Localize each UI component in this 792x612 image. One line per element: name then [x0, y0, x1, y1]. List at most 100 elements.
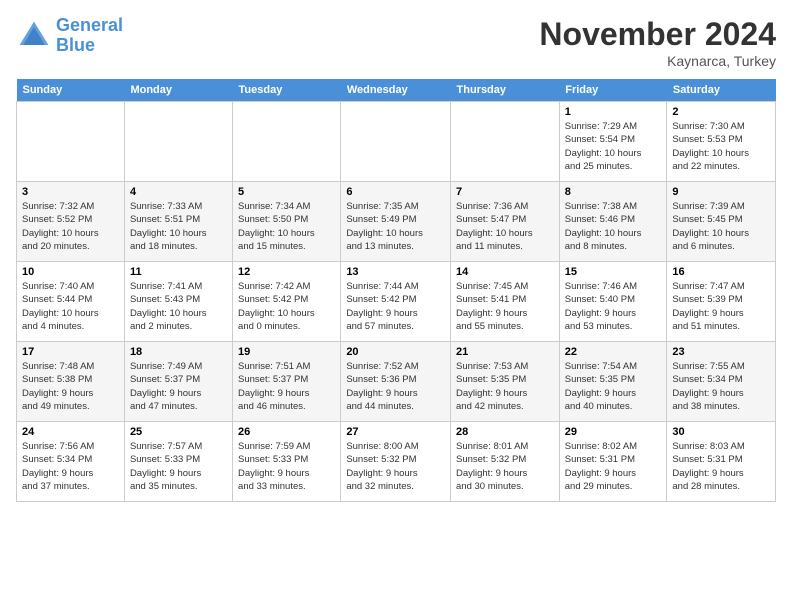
day-info: Sunrise: 7:44 AM Sunset: 5:42 PM Dayligh…: [346, 280, 445, 333]
logo-icon: [16, 18, 52, 54]
week-row-2: 3 Sunrise: 7:32 AM Sunset: 5:52 PM Daylig…: [17, 182, 776, 262]
day-number: 1: [565, 106, 662, 118]
logo-line2: Blue: [56, 35, 95, 55]
calendar-cell: 27Sunrise: 8:00 AM Sunset: 5:32 PM Dayli…: [341, 422, 451, 502]
day-info: Sunrise: 7:40 AM Sunset: 5:44 PM Dayligh…: [22, 280, 119, 333]
day-number: 28: [456, 426, 554, 438]
month-title: November 2024: [539, 16, 776, 53]
calendar-cell: 17Sunrise: 7:48 AM Sunset: 5:38 PM Dayli…: [17, 342, 125, 422]
day-info: Sunrise: 8:01 AM Sunset: 5:32 PM Dayligh…: [456, 440, 554, 493]
day-number: 25: [130, 426, 227, 438]
calendar-cell: 21Sunrise: 7:53 AM Sunset: 5:35 PM Dayli…: [451, 342, 560, 422]
day-header-sunday: Sunday: [17, 79, 125, 102]
calendar-cell: 13Sunrise: 7:44 AM Sunset: 5:42 PM Dayli…: [341, 262, 451, 342]
calendar-cell: 23 Sunrise: 7:55 AM Sunset: 5:34 PM Dayli…: [667, 342, 776, 422]
day-info: Sunrise: 7:51 AM Sunset: 5:37 PM Dayligh…: [238, 360, 335, 413]
calendar-cell: 5 Sunrise: 7:34 AM Sunset: 5:50 PM Daylig…: [233, 182, 341, 262]
logo: General Blue: [16, 16, 123, 56]
day-info: Sunrise: 7:55 AM Sunset: 5:34 PM Dayligh…: [672, 360, 770, 413]
day-header-wednesday: Wednesday: [341, 79, 451, 102]
day-info: Sunrise: 7:47 AM Sunset: 5:39 PM Dayligh…: [672, 280, 770, 333]
day-number: 16: [672, 266, 770, 278]
calendar-cell: 11Sunrise: 7:41 AM Sunset: 5:43 PM Dayli…: [124, 262, 232, 342]
calendar-body: 1 Sunrise: 7:29 AM Sunset: 5:54 PM Daylig…: [17, 102, 776, 502]
day-number: 27: [346, 426, 445, 438]
calendar-cell: 30Sunrise: 8:03 AM Sunset: 5:31 PM Dayli…: [667, 422, 776, 502]
day-info: Sunrise: 7:34 AM Sunset: 5:50 PM Dayligh…: [238, 200, 335, 253]
week-row-1: 1 Sunrise: 7:29 AM Sunset: 5:54 PM Daylig…: [17, 102, 776, 182]
day-info: Sunrise: 7:54 AM Sunset: 5:35 PM Dayligh…: [565, 360, 662, 413]
day-info: Sunrise: 7:59 AM Sunset: 5:33 PM Dayligh…: [238, 440, 335, 493]
day-number: 12: [238, 266, 335, 278]
week-row-4: 17Sunrise: 7:48 AM Sunset: 5:38 PM Dayli…: [17, 342, 776, 422]
day-number: 19: [238, 346, 335, 358]
day-number: 14: [456, 266, 554, 278]
calendar-cell: [124, 102, 232, 182]
day-number: 21: [456, 346, 554, 358]
calendar-cell: 16 Sunrise: 7:47 AM Sunset: 5:39 PM Dayli…: [667, 262, 776, 342]
day-info: Sunrise: 7:49 AM Sunset: 5:37 PM Dayligh…: [130, 360, 227, 413]
day-number: 9: [672, 186, 770, 198]
day-header-monday: Monday: [124, 79, 232, 102]
location-subtitle: Kaynarca, Turkey: [539, 53, 776, 69]
calendar-cell: [17, 102, 125, 182]
day-info: Sunrise: 7:56 AM Sunset: 5:34 PM Dayligh…: [22, 440, 119, 493]
header-row: SundayMondayTuesdayWednesdayThursdayFrid…: [17, 79, 776, 102]
day-number: 22: [565, 346, 662, 358]
calendar-table: SundayMondayTuesdayWednesdayThursdayFrid…: [16, 79, 776, 502]
calendar-cell: 29Sunrise: 8:02 AM Sunset: 5:31 PM Dayli…: [559, 422, 667, 502]
calendar-cell: 25 Sunrise: 7:57 AM Sunset: 5:33 PM Dayli…: [124, 422, 232, 502]
day-info: Sunrise: 7:57 AM Sunset: 5:33 PM Dayligh…: [130, 440, 227, 493]
day-info: Sunrise: 7:29 AM Sunset: 5:54 PM Dayligh…: [565, 120, 662, 173]
calendar-cell: 3 Sunrise: 7:32 AM Sunset: 5:52 PM Daylig…: [17, 182, 125, 262]
day-number: 10: [22, 266, 119, 278]
calendar-cell: 4 Sunrise: 7:33 AM Sunset: 5:51 PM Daylig…: [124, 182, 232, 262]
day-number: 11: [130, 266, 227, 278]
calendar-cell: 22 Sunrise: 7:54 AM Sunset: 5:35 PM Dayli…: [559, 342, 667, 422]
day-info: Sunrise: 7:30 AM Sunset: 5:53 PM Dayligh…: [672, 120, 770, 173]
day-number: 2: [672, 106, 770, 118]
calendar-cell: 26 Sunrise: 7:59 AM Sunset: 5:33 PM Dayli…: [233, 422, 341, 502]
day-header-thursday: Thursday: [451, 79, 560, 102]
day-info: Sunrise: 7:33 AM Sunset: 5:51 PM Dayligh…: [130, 200, 227, 253]
day-info: Sunrise: 7:52 AM Sunset: 5:36 PM Dayligh…: [346, 360, 445, 413]
calendar-cell: 1 Sunrise: 7:29 AM Sunset: 5:54 PM Daylig…: [559, 102, 667, 182]
calendar-cell: 18 Sunrise: 7:49 AM Sunset: 5:37 PM Dayli…: [124, 342, 232, 422]
calendar-cell: 9Sunrise: 7:39 AM Sunset: 5:45 PM Daylig…: [667, 182, 776, 262]
day-header-saturday: Saturday: [667, 79, 776, 102]
day-number: 18: [130, 346, 227, 358]
day-number: 23: [672, 346, 770, 358]
calendar-cell: 10 Sunrise: 7:40 AM Sunset: 5:44 PM Dayli…: [17, 262, 125, 342]
calendar-cell: [341, 102, 451, 182]
day-number: 30: [672, 426, 770, 438]
day-number: 24: [22, 426, 119, 438]
day-number: 8: [565, 186, 662, 198]
logo-line1: General: [56, 15, 123, 35]
calendar-cell: 24 Sunrise: 7:56 AM Sunset: 5:34 PM Dayli…: [17, 422, 125, 502]
day-number: 5: [238, 186, 335, 198]
day-number: 3: [22, 186, 119, 198]
day-header-friday: Friday: [559, 79, 667, 102]
calendar-cell: 2 Sunrise: 7:30 AM Sunset: 5:53 PM Daylig…: [667, 102, 776, 182]
day-number: 20: [346, 346, 445, 358]
day-info: Sunrise: 7:35 AM Sunset: 5:49 PM Dayligh…: [346, 200, 445, 253]
logo-text: General Blue: [56, 16, 123, 56]
day-info: Sunrise: 7:32 AM Sunset: 5:52 PM Dayligh…: [22, 200, 119, 253]
calendar-cell: 19 Sunrise: 7:51 AM Sunset: 5:37 PM Dayli…: [233, 342, 341, 422]
calendar-header: SundayMondayTuesdayWednesdayThursdayFrid…: [17, 79, 776, 102]
day-header-tuesday: Tuesday: [233, 79, 341, 102]
calendar-cell: 14Sunrise: 7:45 AM Sunset: 5:41 PM Dayli…: [451, 262, 560, 342]
calendar-cell: [451, 102, 560, 182]
day-number: 26: [238, 426, 335, 438]
calendar-cell: 6 Sunrise: 7:35 AM Sunset: 5:49 PM Daylig…: [341, 182, 451, 262]
day-number: 6: [346, 186, 445, 198]
day-number: 4: [130, 186, 227, 198]
day-number: 7: [456, 186, 554, 198]
calendar-cell: 8Sunrise: 7:38 AM Sunset: 5:46 PM Daylig…: [559, 182, 667, 262]
day-info: Sunrise: 7:42 AM Sunset: 5:42 PM Dayligh…: [238, 280, 335, 333]
calendar-cell: 12 Sunrise: 7:42 AM Sunset: 5:42 PM Dayli…: [233, 262, 341, 342]
day-number: 17: [22, 346, 119, 358]
calendar-cell: [233, 102, 341, 182]
day-info: Sunrise: 8:02 AM Sunset: 5:31 PM Dayligh…: [565, 440, 662, 493]
day-info: Sunrise: 7:46 AM Sunset: 5:40 PM Dayligh…: [565, 280, 662, 333]
